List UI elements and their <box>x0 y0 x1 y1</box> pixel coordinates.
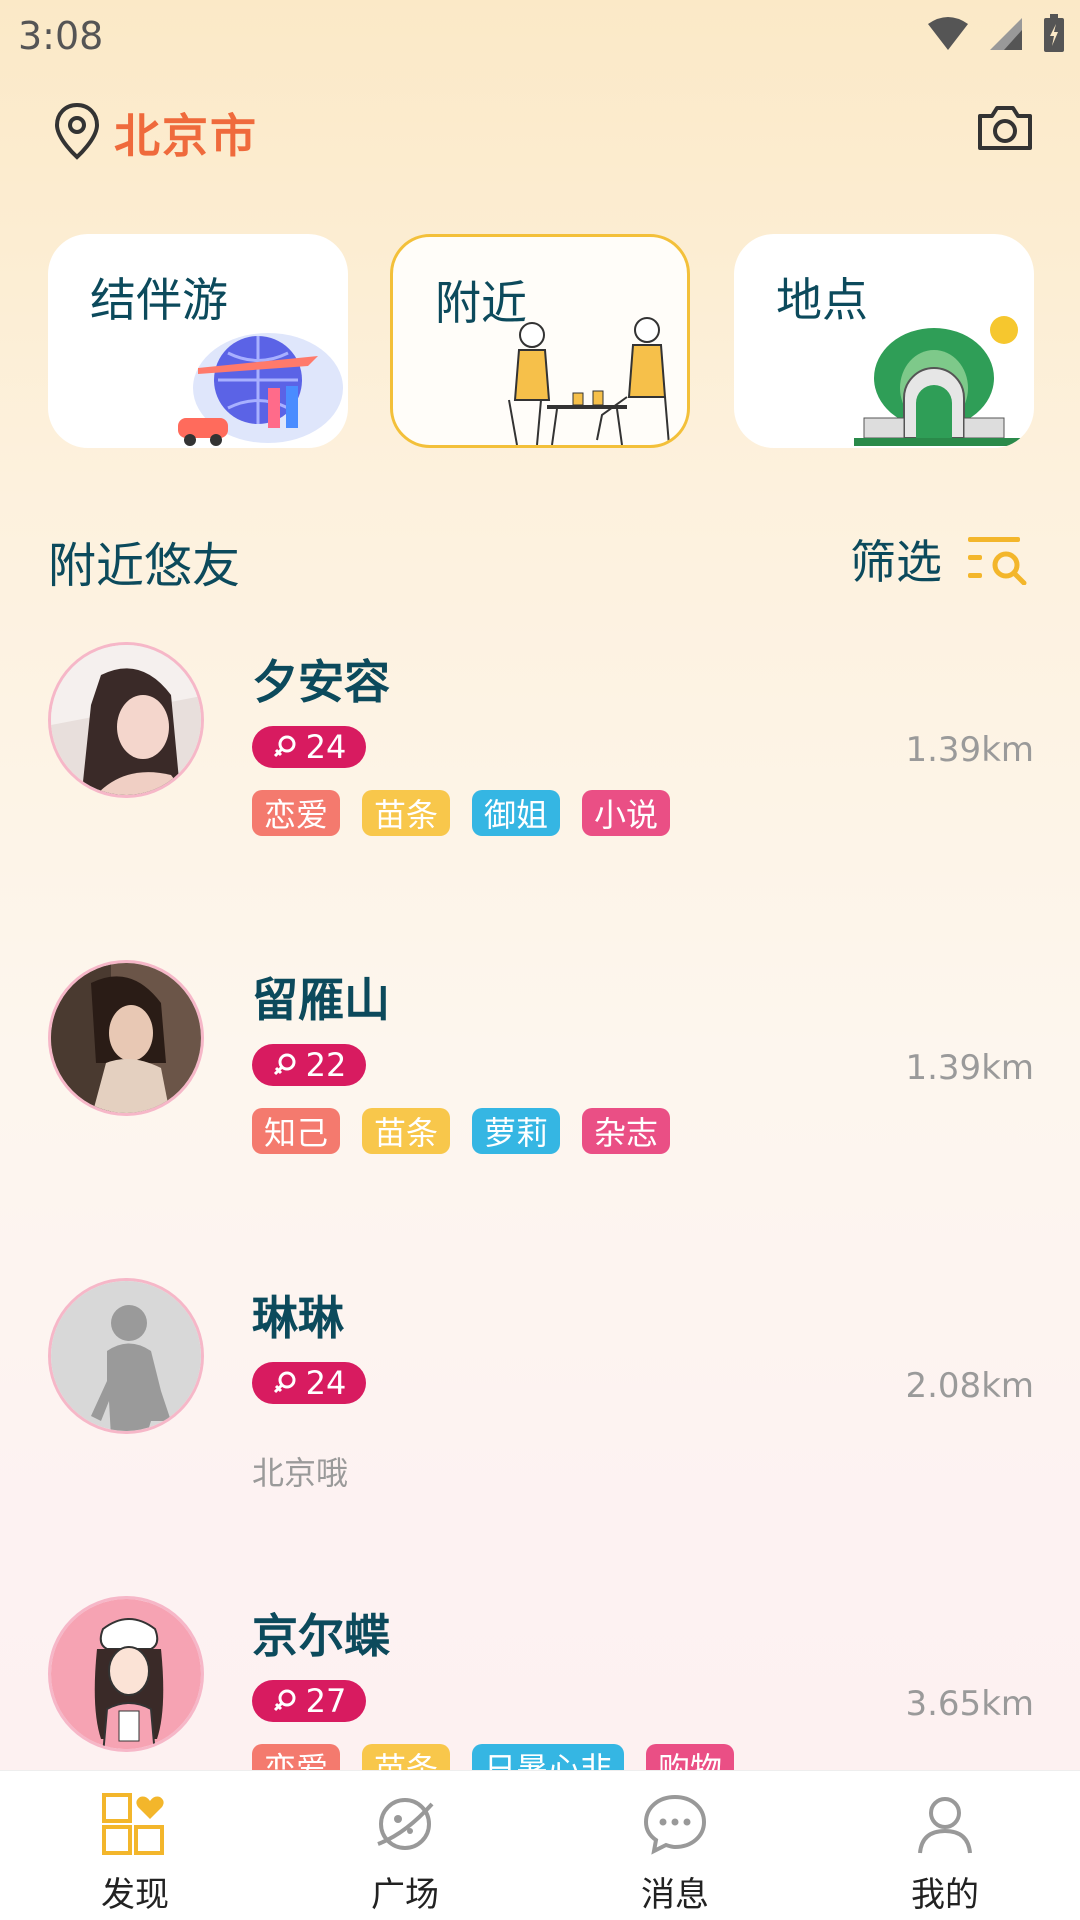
age-value: 22 <box>305 1046 347 1084</box>
age-badge: 22 <box>252 1044 366 1086</box>
section-title: 附近悠友 <box>48 538 241 594</box>
status-time: 3:08 <box>18 14 104 58</box>
category-card-places[interactable]: 地点 <box>734 234 1034 448</box>
interest-tag: 苗条 <box>362 790 451 836</box>
header: 北京市 <box>0 92 1080 172</box>
interest-tag: 御姐 <box>472 790 561 836</box>
filter-search-icon <box>968 537 1027 585</box>
status-icons <box>926 14 1066 54</box>
avatar[interactable] <box>48 1278 204 1434</box>
user-name: 琳琳 <box>252 1291 344 1345</box>
distance: 1.39km <box>905 1048 1034 1088</box>
camera-icon[interactable] <box>976 102 1034 154</box>
list-item-user[interactable]: 琳琳 24 2.08km 北京哦 <box>48 1278 1034 1528</box>
avatar[interactable] <box>48 1596 204 1752</box>
list-item-user[interactable]: 夕安容 24 1.39km 恋爱 苗条 御姐 小说 <box>48 642 1034 892</box>
category-cards: 结伴游 附近 地点 <box>48 234 1034 448</box>
user-name: 京尔蝶 <box>252 1609 390 1663</box>
list-item-user[interactable]: 留雁山 22 1.39km 知己 苗条 萝莉 杂志 <box>48 960 1034 1210</box>
bottom-navigation: 发现 广场 消息 我的 <box>0 1770 1080 1920</box>
signal-icon <box>990 18 1022 50</box>
interest-tag: 萝莉 <box>472 1108 561 1154</box>
user-name: 夕安容 <box>252 655 390 709</box>
age-value: 24 <box>305 1364 347 1402</box>
interest-tag: 苗条 <box>362 1108 451 1154</box>
nearby-section-header: 附近悠友 筛选 <box>48 526 1030 596</box>
age-badge: 24 <box>252 726 366 768</box>
age-badge: 24 <box>252 1362 366 1404</box>
distance: 2.08km <box>905 1366 1034 1406</box>
distance: 3.65km <box>905 1684 1034 1724</box>
cafe-couple-illustration <box>508 317 670 445</box>
planet-icon <box>377 1798 434 1850</box>
filter-button[interactable]: 筛选 <box>850 526 1030 592</box>
user-name: 留雁山 <box>252 973 390 1027</box>
tab-label: 我的 <box>911 1875 979 1915</box>
avatar[interactable] <box>48 960 204 1116</box>
park-gate-illustration <box>854 316 1024 446</box>
tab-square[interactable]: 广场 <box>270 1771 540 1920</box>
category-card-nearby[interactable]: 附近 <box>390 234 690 448</box>
female-icon <box>273 1053 296 1076</box>
tab-label: 广场 <box>371 1875 439 1915</box>
distance: 1.39km <box>905 730 1034 770</box>
female-icon <box>273 1371 296 1394</box>
age-value: 27 <box>305 1682 347 1720</box>
age-value: 24 <box>305 728 347 766</box>
interest-tag: 杂志 <box>582 1108 671 1154</box>
travel-globe-illustration <box>178 333 343 446</box>
tag-list: 知己 苗条 萝莉 杂志 <box>252 1108 671 1154</box>
tab-discover[interactable]: 发现 <box>0 1771 270 1920</box>
category-card-travel[interactable]: 结伴游 <box>48 234 348 448</box>
user-bio: 北京哦 <box>252 1454 349 1492</box>
female-icon <box>273 735 296 758</box>
discover-icon <box>102 1793 164 1855</box>
avatar[interactable] <box>48 642 204 798</box>
tag-list: 恋爱 苗条 御姐 小说 <box>252 790 671 836</box>
battery-icon <box>1044 14 1064 52</box>
status-bar: 3:08 <box>0 0 1080 72</box>
tab-profile[interactable]: 我的 <box>810 1771 1080 1920</box>
interest-tag: 小说 <box>582 790 671 836</box>
location-pin-icon[interactable] <box>52 102 102 160</box>
age-badge: 27 <box>252 1680 366 1722</box>
tab-label: 发现 <box>101 1875 169 1915</box>
tab-label: 消息 <box>641 1875 709 1915</box>
city-selector[interactable]: 北京市 <box>114 100 258 166</box>
filter-label: 筛选 <box>850 535 942 589</box>
profile-icon <box>918 1797 972 1854</box>
tab-messages[interactable]: 消息 <box>540 1771 810 1920</box>
chat-icon <box>643 1794 707 1855</box>
interest-tag: 恋爱 <box>252 790 341 836</box>
interest-tag: 知己 <box>252 1108 341 1154</box>
female-icon <box>273 1689 296 1712</box>
wifi-icon <box>928 17 968 50</box>
